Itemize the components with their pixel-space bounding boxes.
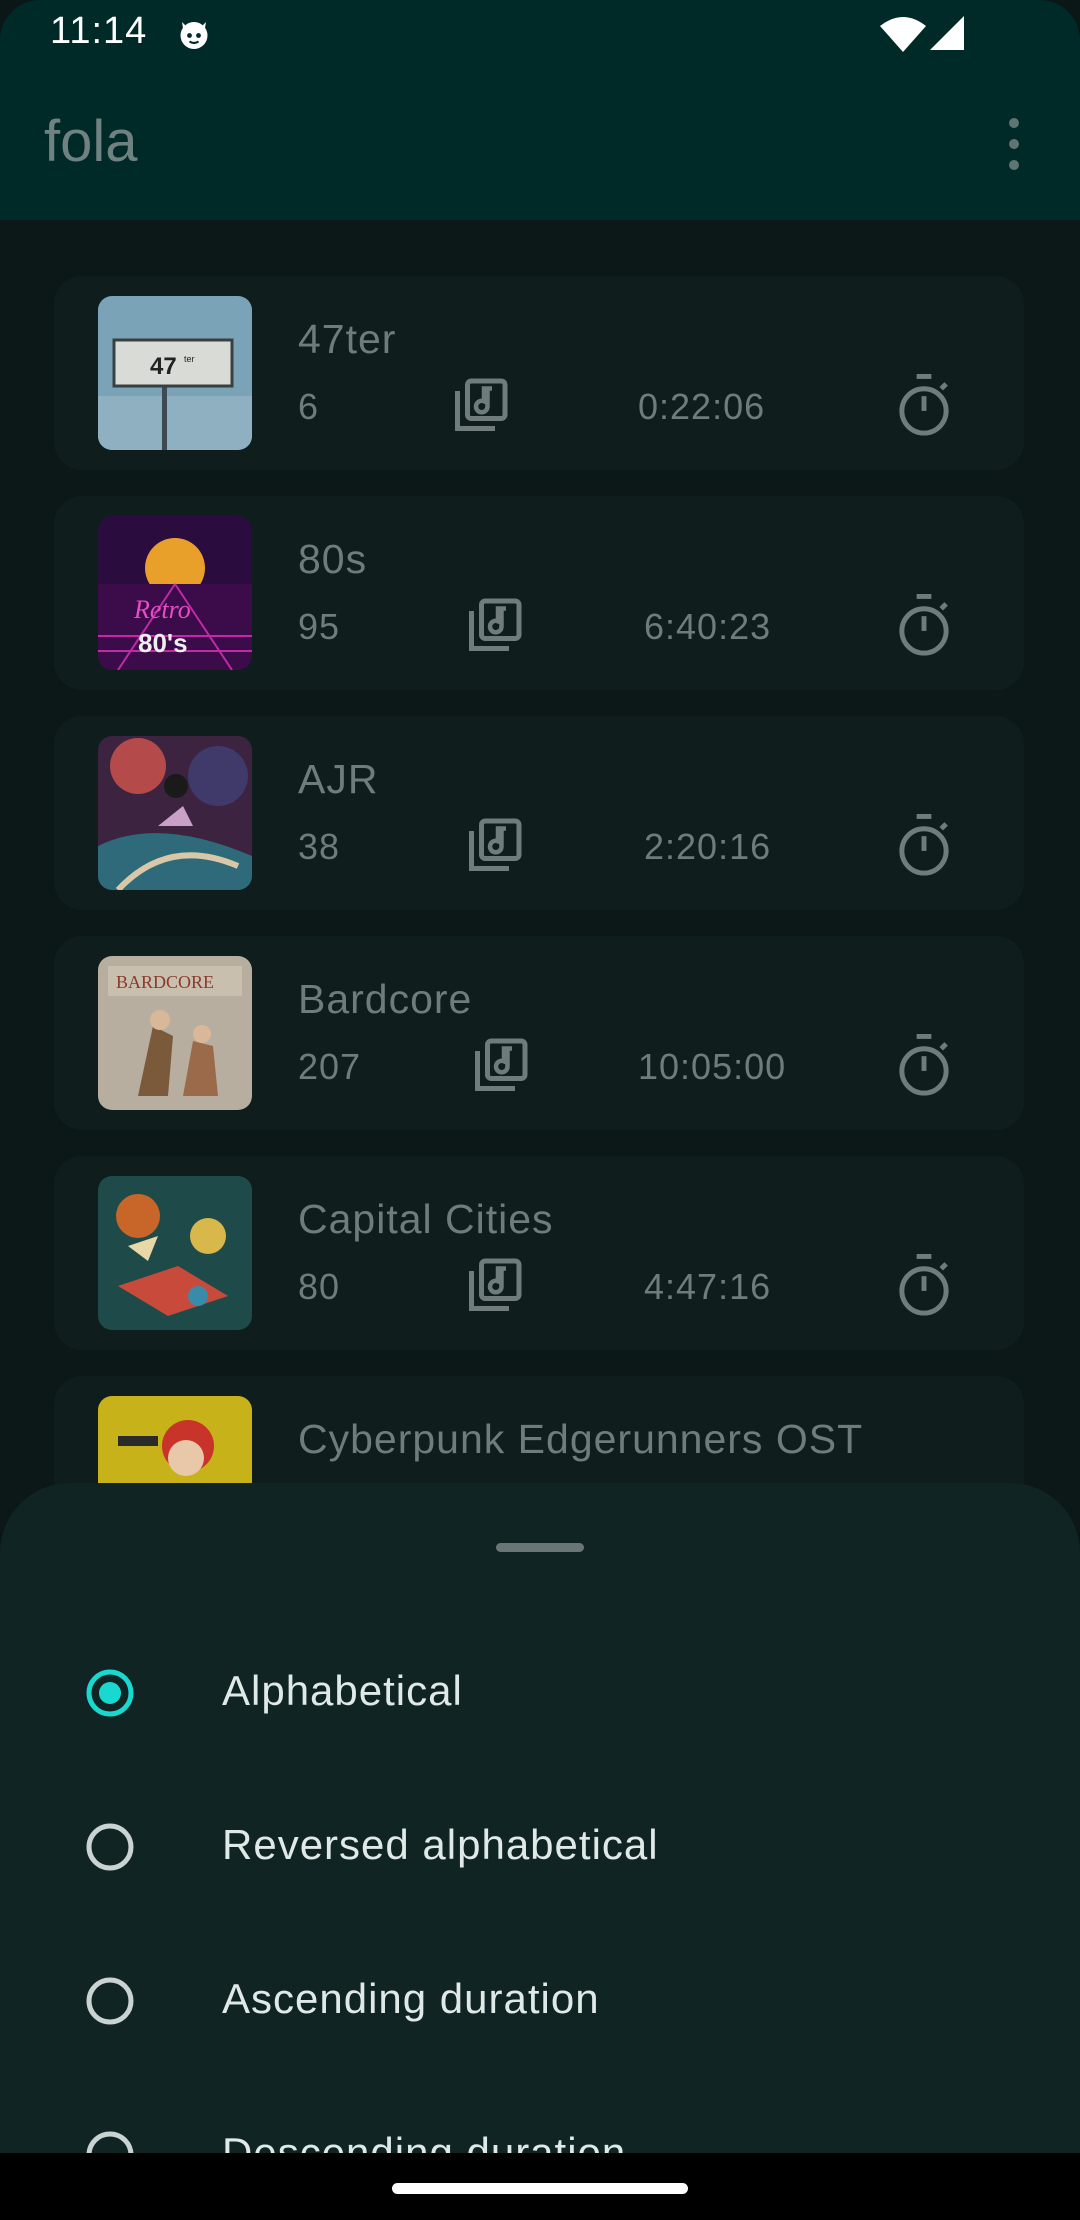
svg-text:80's: 80's <box>138 628 188 658</box>
music-library-icon <box>469 1258 522 1311</box>
app-bar: fola <box>0 70 1080 220</box>
playlist-track-count: 207 <box>298 1046 362 1087</box>
status-bar: 11:14 <box>0 0 1080 70</box>
radio-unselected-icon[interactable] <box>86 1977 134 2025</box>
playlist-duration: 2:20:16 <box>644 826 772 867</box>
signal-icon <box>930 16 964 50</box>
playlist-cover-80s: Retro 80's <box>98 516 252 670</box>
music-library-icon <box>469 598 522 651</box>
svg-text:47: 47 <box>150 353 177 380</box>
playlist-duration: 4:47:16 <box>644 1266 772 1307</box>
status-time: 11:14 <box>50 10 148 52</box>
system-navigation-bar <box>0 2153 1080 2220</box>
playlist-name: 47ter <box>298 316 397 362</box>
playlist-name: 80s <box>298 536 368 582</box>
timer-icon <box>899 1254 949 1316</box>
svg-text:Retro: Retro <box>133 595 191 624</box>
svg-text:BARDCORE: BARDCORE <box>116 972 214 992</box>
playlist-track-count: 80 <box>298 1266 341 1307</box>
radio-unselected-icon[interactable] <box>86 1823 134 1871</box>
playlist-cover-bardcore: BARDCORE <box>98 956 252 1110</box>
music-library-icon <box>469 818 522 871</box>
playlist-cover-47ter: 47 ter <box>98 296 252 450</box>
wifi-icon <box>880 17 926 52</box>
cat-notification-icon <box>180 22 208 49</box>
playlist-track-count: 38 <box>298 826 341 867</box>
playlist-card[interactable]: 47 ter 47ter 6 0:22:06 <box>54 276 1024 470</box>
playlist-name: AJR <box>298 756 379 802</box>
app-title: fola <box>44 109 138 174</box>
sort-option-label: Ascending duration <box>222 1975 600 2022</box>
more-vert-icon[interactable] <box>1000 114 1028 174</box>
timer-icon <box>899 1034 949 1096</box>
playlist-cover-ajr <box>98 736 252 890</box>
playlist-duration: 0:22:06 <box>638 386 766 427</box>
home-indicator[interactable] <box>392 2183 688 2194</box>
timer-icon <box>899 594 949 656</box>
screen: 11:14 fola 47 ter 47ter 6 0:22:06 Retro … <box>0 0 1080 2220</box>
drag-handle[interactable] <box>496 1543 584 1552</box>
sort-option-label: Alphabetical <box>222 1667 463 1714</box>
playlist-name: Capital Cities <box>298 1196 554 1242</box>
svg-text:ter: ter <box>184 354 195 364</box>
playlist-duration: 6:40:23 <box>644 606 772 647</box>
playlist-track-count: 6 <box>298 386 320 427</box>
sort-option-ascending-duration[interactable]: Ascending duration <box>0 1925 1080 2075</box>
playlist-list[interactable]: 47 ter 47ter 6 0:22:06 Retro 80's 80s 95… <box>0 220 1080 1530</box>
playlist-duration: 10:05:00 <box>638 1046 787 1087</box>
playlist-name: Bardcore <box>298 976 473 1022</box>
timer-icon <box>899 374 949 436</box>
playlist-card[interactable]: AJR 38 2:20:16 <box>54 716 1024 910</box>
sort-option-alphabetical[interactable]: Alphabetical <box>0 1617 1080 1767</box>
playlist-card[interactable]: Capital Cities 80 4:47:16 <box>54 1156 1024 1350</box>
sort-bottom-sheet[interactable]: Alphabetical Reversed alphabetical Ascen… <box>0 1483 1080 2179</box>
playlist-card[interactable]: Retro 80's 80s 95 6:40:23 <box>54 496 1024 690</box>
playlist-name: Cyberpunk Edgerunners OST <box>298 1416 864 1462</box>
music-library-icon <box>475 1038 528 1091</box>
timer-icon <box>899 814 949 876</box>
radio-selected-icon[interactable] <box>86 1669 134 1717</box>
sort-option-label: Reversed alphabetical <box>222 1821 659 1868</box>
music-library-icon <box>455 378 508 431</box>
playlist-track-count: 95 <box>298 606 341 647</box>
playlist-cover-capital-cities <box>98 1176 252 1330</box>
playlist-card[interactable]: BARDCORE Bardcore 207 10:05:00 <box>54 936 1024 1130</box>
sort-option-reversed-alphabetical[interactable]: Reversed alphabetical <box>0 1771 1080 1921</box>
